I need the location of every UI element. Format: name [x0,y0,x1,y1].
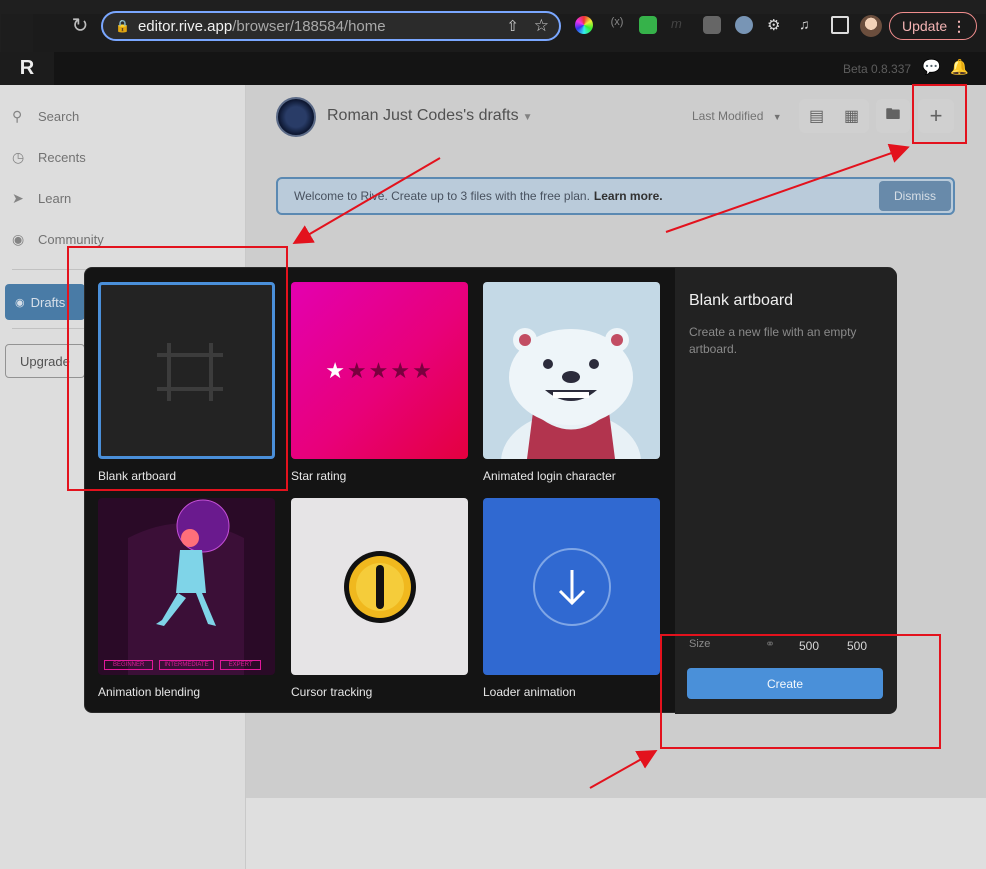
rive-logo[interactable]: R [0,52,54,85]
template-animation-blending[interactable]: BEGINNER INTERMEDIATE EXPERT Animation b… [98,498,275,699]
template-thumbnail: BEGINNER INTERMEDIATE EXPERT [98,498,275,675]
template-thumbnail: ★★★★★ [291,282,468,459]
address-bar[interactable]: 🔒 editor.rive.app/browser/188584/home ⇧ … [101,11,561,41]
template-star-rating[interactable]: ★★★★★ Star rating [291,282,468,483]
url-host: editor.rive.app [137,17,233,35]
app-topbar [0,52,986,85]
template-label: Blank artboard [98,469,177,483]
update-label: Update [902,18,948,34]
artboard-grid-icon [157,343,223,401]
height-input[interactable]: 500 [847,639,867,653]
template-label: Animation blending [98,685,201,699]
code-extension-icon[interactable]: (x) [608,16,626,34]
lock-icon: 🔒 [115,19,130,33]
profile-extension-icon[interactable] [735,16,753,34]
walking-character-illustration [128,499,244,675]
template-thumbnail [291,498,468,675]
panel-title: Blank artboard [689,292,794,309]
reload-icon[interactable]: ↻ [65,13,95,38]
version-label: Beta 0.8.337 [843,62,912,76]
feedback-icon[interactable]: 💬 [922,58,941,76]
template-animated-login-character[interactable]: Animated login character [483,282,660,483]
menu-dots-icon: ⋮ [952,17,966,34]
template-details-panel: Blank artboard Create a new file with an… [675,268,897,714]
color-extension-icon[interactable] [575,16,593,34]
browser-toolbar: ← → ↻ 🔒 editor.rive.app/browser/188584/h… [0,0,986,798]
media-icon[interactable]: ♫ [799,16,817,34]
eye-icon [343,550,416,623]
chip-intermediate: INTERMEDIATE [159,660,214,670]
template-label: Loader animation [483,685,576,699]
stars-icon: ★★★★★ [325,357,434,383]
template-blank-artboard[interactable]: Blank artboard [98,282,275,483]
template-loader-animation[interactable]: Loader animation [483,498,660,699]
template-label: Animated login character [483,469,616,483]
template-thumbnail [483,498,660,675]
template-label: Star rating [291,469,347,483]
chip-beginner: BEGINNER [104,660,154,670]
template-label: Cursor tracking [291,685,373,699]
create-button[interactable]: Create [687,668,883,699]
size-label: Size [689,638,711,650]
i-extension-icon[interactable] [703,16,721,34]
url-path: /browser/188584/home [232,17,386,35]
polar-bear-illustration [501,328,641,459]
share-icon[interactable]: ⇧ [506,17,519,35]
update-button[interactable]: Update ⋮ [889,12,977,40]
new-file-modal: Blank artboard ★★★★★ Star rating Animate… [84,267,897,714]
green-extension-icon[interactable] [639,16,657,34]
profile-avatar[interactable] [860,15,882,37]
download-arrow-icon [532,547,611,626]
panel-description: Create a new file with an empty artboard… [689,325,857,356]
difficulty-chips: BEGINNER INTERMEDIATE EXPERT [104,660,262,670]
bookmark-star-icon[interactable]: ☆ [534,16,549,36]
bell-icon[interactable]: 🔔 [950,58,969,76]
link-aspect-icon[interactable]: ⚭ [765,637,775,651]
chip-expert: EXPERT [219,660,262,670]
sidepanel-icon[interactable] [831,16,849,34]
puzzle-icon[interactable]: ⚙ [767,16,785,34]
width-input[interactable]: 500 [799,639,819,653]
template-thumbnail [483,282,660,459]
m-extension-icon[interactable]: m [671,16,689,34]
template-thumbnail [98,282,275,459]
template-cursor-tracking[interactable]: Cursor tracking [291,498,468,699]
